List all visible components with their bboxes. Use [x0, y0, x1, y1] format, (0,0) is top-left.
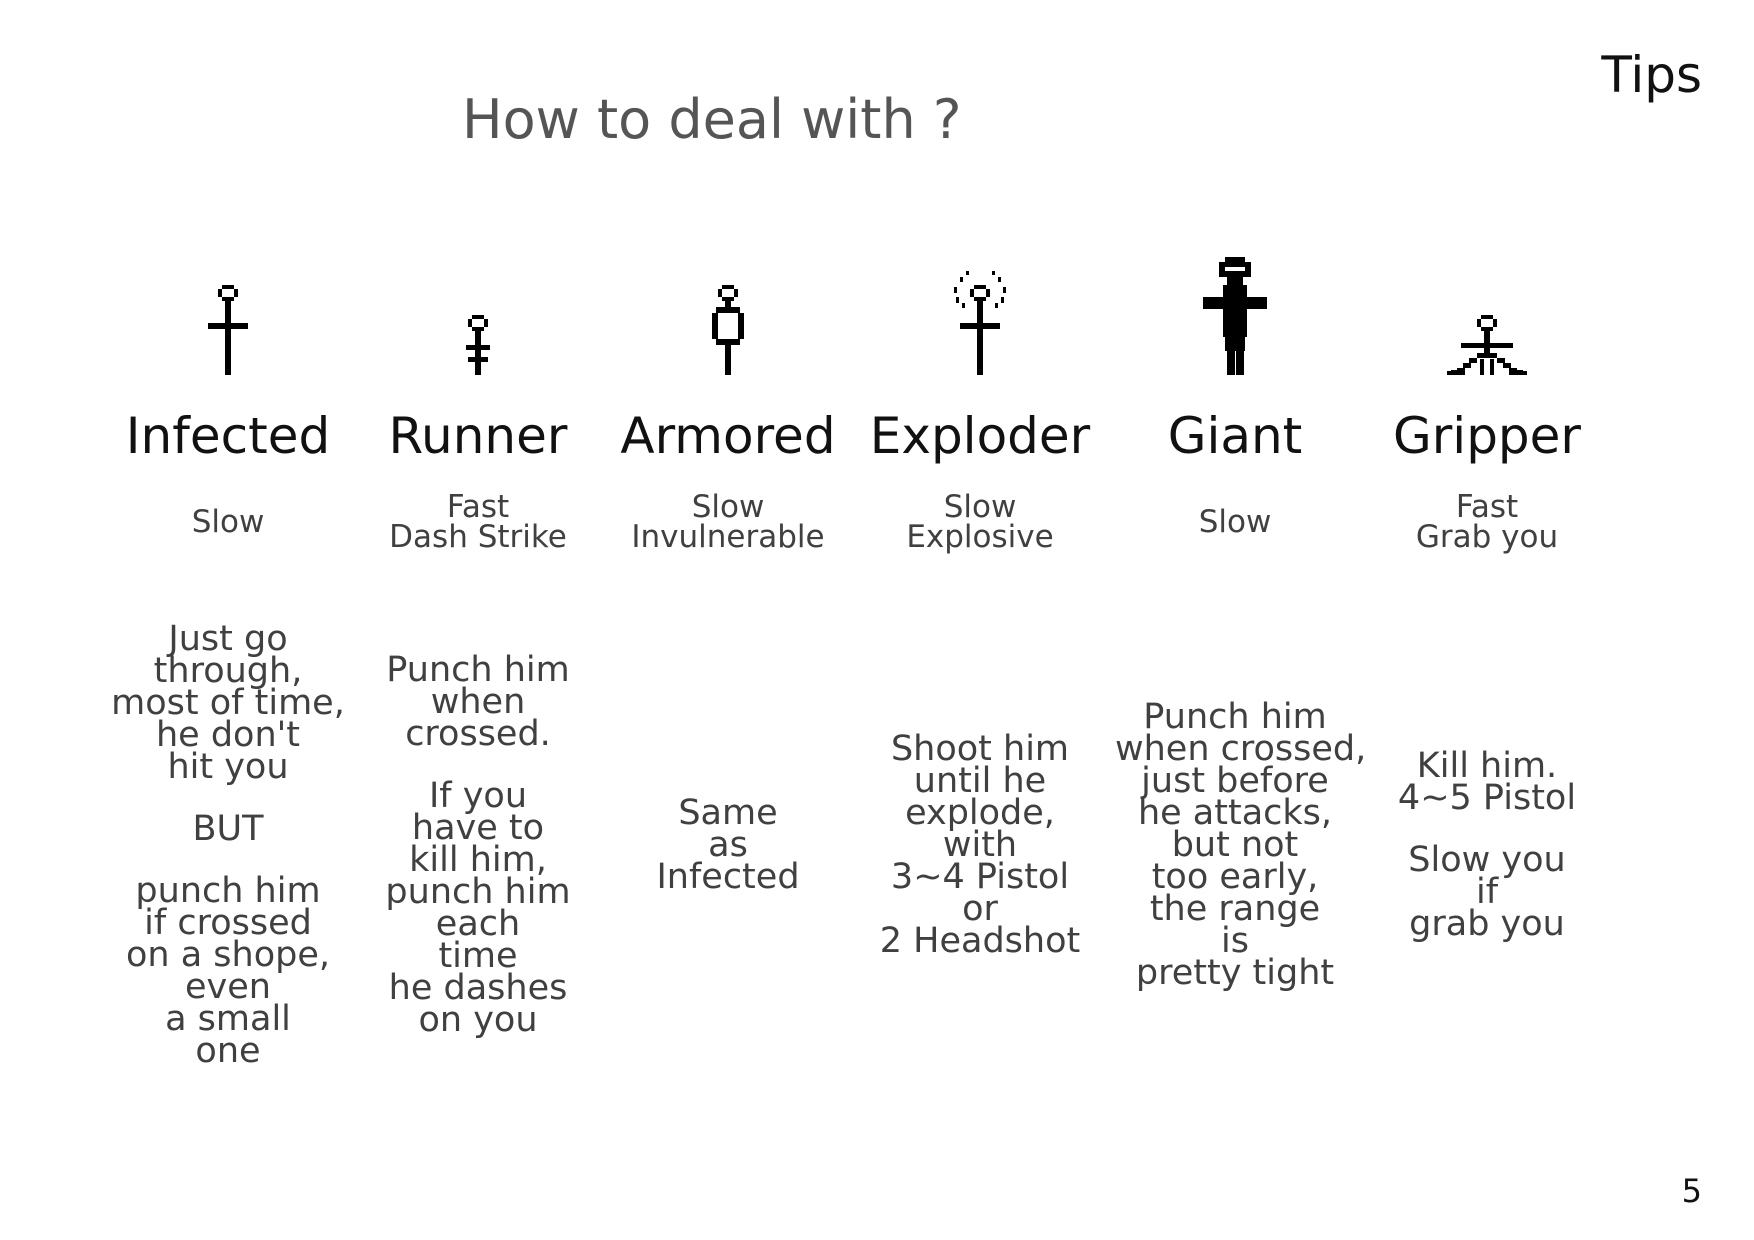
tip-paragraph: Same as Infected — [608, 796, 848, 897]
enemy-traits: Fast Dash Strike — [358, 482, 598, 562]
enemy-tip: Just go through, most of time, he don't hit … — [108, 600, 348, 1090]
tip-paragraph: BUT — [108, 809, 348, 849]
enemy-column-giant: Giant Slow Punch him when crossed, just be… — [1115, 240, 1366, 991]
exploder-sprite-icon — [954, 271, 1006, 375]
enemy-traits: Fast Grab you — [1367, 482, 1607, 562]
trait-line: Slow — [691, 489, 765, 525]
tip-line: crossed. — [405, 714, 551, 754]
tip-paragraph: Kill him. 4~5 Pistol — [1367, 749, 1607, 818]
sprite-container — [358, 240, 598, 375]
trait-line: Fast — [446, 489, 510, 525]
enemy-tip: Same as Infected — [608, 600, 848, 1090]
sprite-container — [860, 240, 1100, 375]
tip-paragraph: Punch him when crossed. — [358, 653, 598, 754]
trait-line: Explosive — [906, 519, 1054, 555]
trait-line: Slow — [1198, 504, 1272, 540]
enemy-column-infected: Infected Slow Just go through, most of tim… — [108, 240, 348, 1069]
trait-line: Dash Strike — [389, 519, 567, 555]
armored-sprite-icon — [712, 285, 744, 375]
tip-line: BUT — [192, 809, 264, 849]
tip-line: 2 Headshot — [879, 921, 1081, 961]
infected-sprite-icon — [208, 285, 248, 375]
tip-line: 4~5 Pistol — [1397, 778, 1577, 818]
enemy-name: Armored — [620, 407, 836, 465]
tip-paragraph: Shoot him until he explode, with 3~4 Pistol o… — [860, 732, 1100, 961]
trait-line: Fast — [1455, 489, 1519, 525]
tip-paragraph: Just go through, most of time, he don't hit … — [108, 622, 348, 787]
enemy-tip: Punch him when crossed. If you have to kill h… — [358, 600, 598, 1090]
enemy-name: Exploder — [869, 407, 1091, 465]
enemy-name: Runner — [388, 407, 568, 465]
enemy-column-armored: Armored Slow Invulnerable Same as Infected — [608, 240, 848, 895]
enemy-tip: Shoot him until he explode, with 3~4 Pistol o… — [860, 600, 1100, 1090]
sprite-container — [1115, 240, 1355, 375]
sprite-container — [608, 240, 848, 375]
enemy-column-gripper: Gripper Fast Grab you Kill him. 4~5 Pistol… — [1367, 240, 1607, 942]
giant-sprite-icon — [1203, 257, 1267, 375]
enemy-tip: Punch him when crossed, just before he atta… — [1115, 600, 1366, 1090]
enemy-traits: Slow — [108, 482, 348, 562]
enemy-column-exploder: Exploder Slow Explosive Shoot him until he… — [860, 240, 1100, 959]
tip-line: hit you — [167, 747, 289, 787]
runner-sprite-icon — [466, 315, 490, 375]
trait-line: Grab you — [1415, 519, 1559, 555]
enemy-name: Gripper — [1393, 407, 1581, 465]
enemy-column-runner: Runner Fast Dash Strike Punch him when cros… — [358, 240, 598, 1038]
slide-section-label: Tips — [1601, 46, 1702, 104]
trait-line: Slow — [191, 504, 265, 540]
sprite-container — [1367, 240, 1607, 375]
tip-line: Infected — [656, 857, 800, 897]
sprite-container — [108, 240, 348, 375]
trait-line: Slow — [943, 489, 1017, 525]
gripper-sprite-icon — [1447, 315, 1527, 375]
tip-paragraph: Punch him when crossed, just before he atta… — [1115, 700, 1366, 993]
enemy-tip: Kill him. 4~5 Pistol Slow you if grab you — [1367, 600, 1607, 1090]
enemy-name: Giant — [1167, 407, 1303, 465]
enemy-traits: Slow — [1115, 482, 1355, 562]
tip-paragraph: If you have to kill him, punch him each time h… — [358, 779, 598, 1040]
tip-paragraph: punch him if crossed on a shope, even a smal… — [108, 874, 348, 1071]
tip-line: one — [195, 1031, 261, 1071]
tip-line: pretty tight — [1135, 953, 1335, 993]
tip-paragraph: Slow you if grab you — [1367, 843, 1607, 944]
page-number: 5 — [1681, 1172, 1702, 1210]
enemy-name: Infected — [125, 407, 331, 465]
tip-line: on you — [418, 1000, 538, 1040]
trait-line: Invulnerable — [631, 519, 825, 555]
page-title: How to deal with ? — [462, 88, 962, 151]
enemy-traits: Slow Invulnerable — [608, 482, 848, 562]
tip-line: grab you — [1409, 904, 1565, 944]
enemy-traits: Slow Explosive — [860, 482, 1100, 562]
